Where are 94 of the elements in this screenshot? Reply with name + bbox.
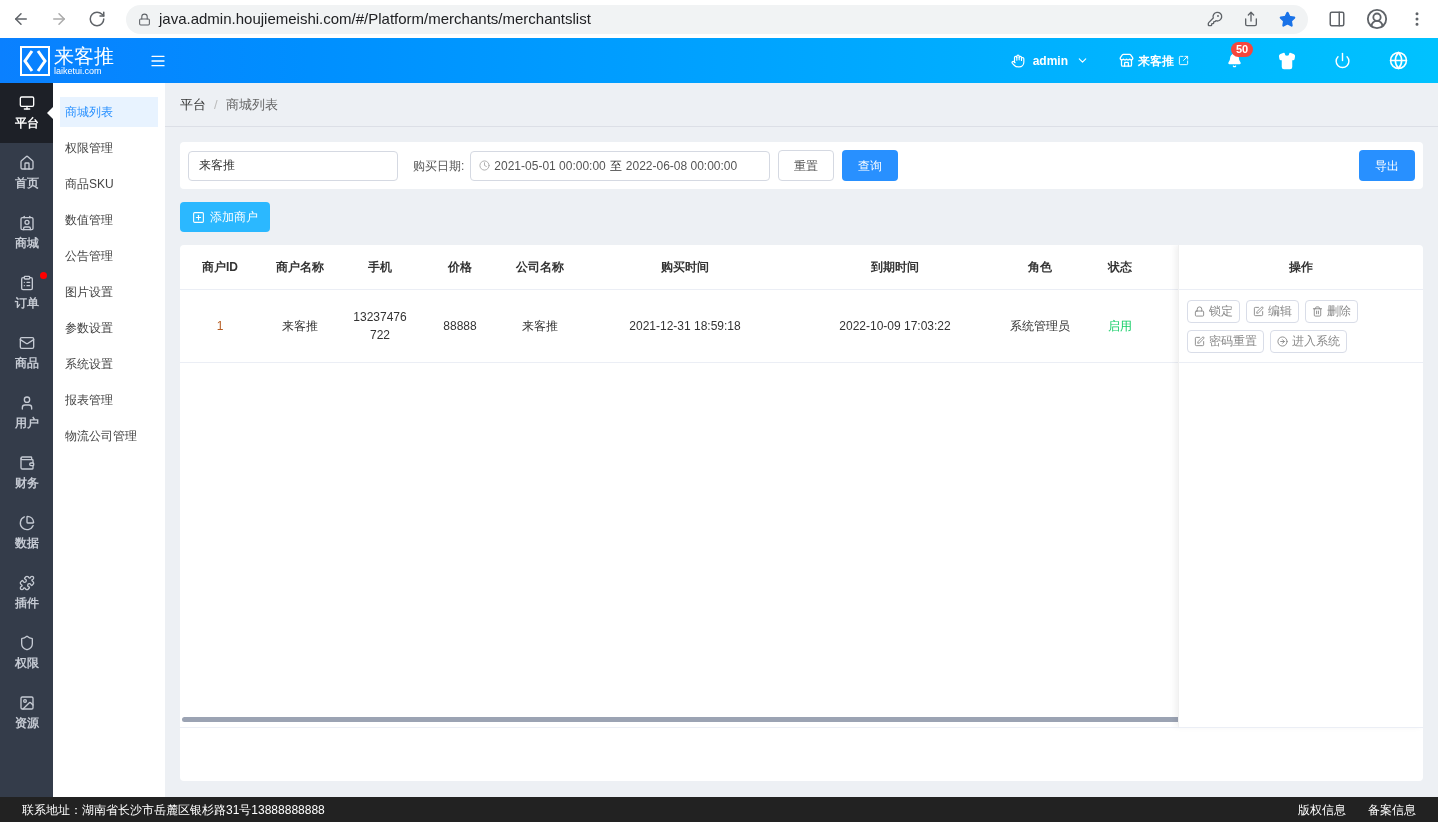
rail-item[interactable]: 平台 — [0, 83, 53, 143]
plus-square-icon — [192, 210, 205, 224]
submenu-item[interactable]: 报表管理 — [60, 385, 158, 415]
home-icon — [18, 154, 35, 171]
address-bar[interactable]: java.admin.houjiemeishi.com/#/Platform/merchants/merchantslist — [126, 4, 1308, 34]
rail-item[interactable]: 商城 — [0, 203, 53, 263]
table-cell-text: 系统管理员 — [1010, 318, 1070, 335]
clipboard-icon — [18, 274, 35, 291]
table-cell-text: 1 — [216, 318, 224, 335]
breadcrumb-item[interactable]: 平台 — [180, 94, 206, 115]
submenu-item[interactable]: 数值管理 — [60, 205, 158, 235]
column-header: 购买时间 — [661, 259, 709, 276]
table-cell-text: 2021-12-31 18:59:18 — [629, 318, 741, 335]
lock-icon — [1194, 305, 1205, 317]
column-header: 手机 — [368, 259, 392, 276]
breadcrumb-item: 商城列表 — [225, 95, 278, 114]
contact-address: 联系地址：湖南省长沙市岳麓区银杉路31号13888888888 — [22, 801, 325, 819]
table-cell-text: 2022-10-09 17:03:22 — [839, 318, 951, 335]
forward-icon[interactable] — [50, 10, 68, 28]
column-header: 状态 — [1108, 259, 1132, 276]
rail-item[interactable]: 财务 — [0, 443, 53, 503]
monitor-icon — [18, 94, 35, 111]
logo[interactable]: 来客推 laiketui.com — [20, 45, 140, 76]
logo-mark-icon — [20, 45, 50, 76]
key-icon[interactable] — [1207, 11, 1223, 27]
submenu-item[interactable]: 图片设置 — [60, 277, 158, 307]
breadcrumb-separator: / — [214, 95, 218, 114]
submenu-item[interactable]: 物流公司管理 — [60, 421, 158, 451]
external-link-icon — [1178, 55, 1189, 66]
pie-chart-icon — [18, 514, 35, 531]
table-cell-text: 88888 — [443, 318, 477, 335]
action-button[interactable]: 密码重置 — [1187, 329, 1264, 353]
rail-item[interactable]: 订单 — [0, 263, 53, 323]
share-icon[interactable] — [1243, 11, 1259, 27]
shield-icon — [18, 634, 35, 651]
rail-item[interactable]: 插件 — [0, 563, 53, 623]
globe-icon[interactable] — [1389, 51, 1408, 70]
notification-badge: 50 — [1231, 42, 1254, 57]
submenu-item[interactable]: 系统设置 — [60, 349, 158, 379]
clock-icon — [479, 160, 491, 171]
submenu-item[interactable]: 公告管理 — [60, 241, 158, 271]
hand-icon — [1010, 53, 1025, 68]
status-text: 启用 — [1108, 318, 1132, 335]
logo-domain: laiketui.com — [54, 66, 102, 76]
action-button[interactable]: 删除 — [1305, 299, 1358, 323]
wallet-icon — [18, 454, 35, 471]
rail-item[interactable]: 首页 — [0, 143, 53, 203]
logo-name: 来客推 — [54, 45, 114, 66]
rail-item[interactable]: 资源 — [0, 683, 53, 743]
contact-card-icon — [18, 214, 35, 231]
footer-link[interactable]: 版权信息 — [1298, 800, 1346, 819]
table-cell-text: 13237476722 — [352, 309, 408, 344]
url-text: java.admin.houjiemeishi.com/#/Platform/merchants/merchantslist — [159, 8, 592, 29]
reload-icon[interactable] — [88, 10, 106, 28]
action-button[interactable]: 进入系统 — [1270, 329, 1347, 353]
envelope-icon — [18, 334, 35, 351]
arrow-circle-icon — [1277, 335, 1288, 347]
trash-icon — [1312, 305, 1323, 317]
table-cell-text: 来客推 — [522, 318, 558, 335]
column-header: 角色 — [1028, 259, 1052, 276]
image-icon — [18, 694, 35, 711]
edit-icon — [1194, 335, 1205, 347]
submenu-item[interactable]: 权限管理 — [60, 133, 158, 163]
puzzle-icon — [18, 574, 35, 591]
search-field[interactable]: 来客推 — [188, 150, 398, 181]
date-range-field[interactable]: 2021-05-01 00:00:00 至 2022-06-08 00:00:00 — [470, 150, 771, 181]
rail-item[interactable]: 用户 — [0, 383, 53, 443]
rail-item[interactable]: 权限 — [0, 623, 53, 683]
submenu-item[interactable]: 商品SKU — [60, 169, 158, 199]
edit-icon — [1253, 305, 1264, 317]
column-header: 操作 — [1289, 259, 1313, 276]
power-icon[interactable] — [1334, 52, 1351, 69]
column-header: 商户ID — [202, 259, 238, 276]
rail-item[interactable]: 商品 — [0, 323, 53, 383]
side-panel-icon[interactable] — [1328, 10, 1346, 28]
footer-link[interactable]: 备案信息 — [1368, 800, 1416, 819]
submenu-item[interactable]: 参数设置 — [60, 313, 158, 343]
back-icon[interactable] — [12, 10, 30, 28]
shirt-icon[interactable] — [1278, 51, 1296, 70]
column-header: 到期时间 — [871, 259, 919, 276]
date-label: 购买日期: — [413, 157, 465, 175]
rail-item[interactable]: 数据 — [0, 503, 53, 563]
column-header: 价格 — [448, 259, 472, 276]
column-header: 公司名称 — [516, 259, 564, 276]
store-icon — [1119, 53, 1134, 68]
action-button[interactable]: 编辑 — [1246, 299, 1299, 323]
scrollbar[interactable] — [182, 717, 1178, 722]
action-button[interactable]: 锁定 — [1187, 299, 1240, 323]
column-header: 商户名称 — [276, 259, 324, 276]
table-cell-text: 来客推 — [282, 318, 318, 335]
reset-button[interactable]: 重置 — [778, 150, 835, 181]
profile-icon[interactable] — [1366, 8, 1388, 30]
star-icon[interactable] — [1279, 10, 1296, 28]
lock-icon — [138, 12, 151, 26]
